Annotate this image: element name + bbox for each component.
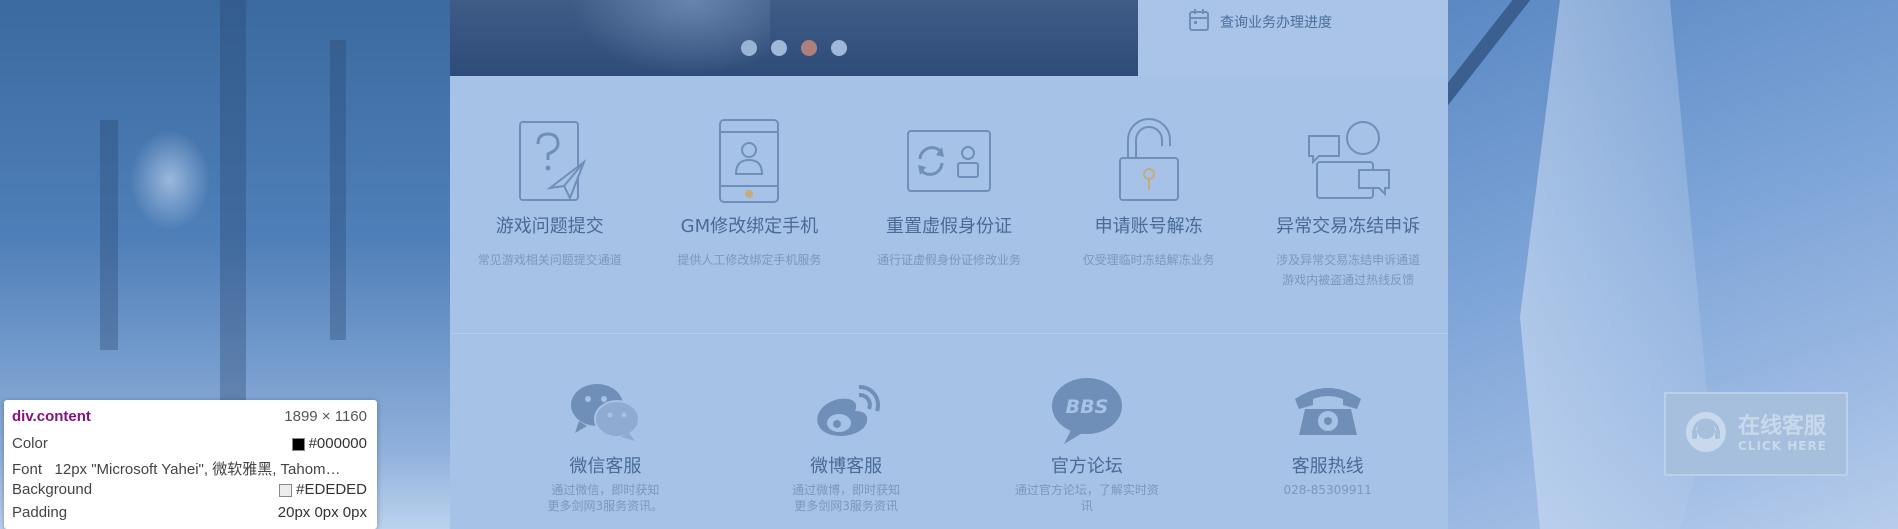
tooltip-row-background: Background #EDEDED: [12, 481, 367, 498]
online-service-label: 在线客服: [1738, 414, 1827, 439]
section-divider: [450, 333, 1448, 334]
service-gm-phone[interactable]: GM修改绑定手机 提供人工修改绑定手机服务: [650, 116, 850, 336]
contact-wechat[interactable]: 微信客服 通过微信，即时获知 更多剑网3服务资讯。: [485, 376, 726, 526]
service-desc: 提供人工修改绑定手机服务: [677, 253, 822, 267]
contact-title: 官方论坛: [1050, 456, 1123, 477]
tooltip-key: Color: [12, 435, 48, 452]
online-service-button[interactable]: 在线客服 CLICK HERE: [1664, 392, 1848, 476]
contact-weibo[interactable]: 微博客服 通过微博，即时获知 更多剑网3服务资讯: [726, 376, 967, 526]
contact-desc: 通过微信，即时获知 更多剑网3服务资讯。: [547, 483, 664, 513]
contact-title: 客服热线: [1291, 456, 1364, 477]
color-swatch: [279, 483, 293, 497]
tooltip-header: div.content 1899 × 1160: [12, 408, 367, 425]
tooltip-value: #000000: [308, 435, 367, 452]
question-paper-plane-icon: [505, 116, 595, 206]
contact-title: 微博客服: [810, 456, 883, 477]
service-reset-id[interactable]: 重置虚假身份证 通行证虚假身份证修改业务: [849, 116, 1049, 336]
tooltip-value: 20px 0px 0px: [277, 504, 367, 521]
tooltip-key: Background: [12, 481, 93, 498]
tooltip-size: 1899 × 1160: [284, 408, 367, 425]
tooltip-selector: div.content: [12, 408, 91, 425]
phone-user-icon: [704, 116, 794, 206]
id-card-refresh-icon: [904, 116, 994, 206]
tree-silhouette: [100, 120, 118, 350]
svg-text:BBS: BBS: [1066, 396, 1109, 418]
tooltip-value: 12px "Microsoft Yahei", 微软雅黑, Tahom…: [54, 461, 341, 478]
progress-panel: 查询业务办理进度: [1138, 0, 1448, 76]
service-title: 游戏问题提交: [495, 216, 604, 237]
carousel-dot[interactable]: [831, 40, 847, 56]
tooltip-key: Padding: [12, 504, 68, 521]
service-desc: 仅受理临时冻结解冻业务: [1082, 253, 1215, 267]
service-game-issue[interactable]: 游戏问题提交 常见游戏相关问题提交通道: [450, 116, 650, 336]
tooltip-value-wrap: #000000: [291, 435, 367, 452]
headset-icon: [1684, 410, 1728, 458]
tree-silhouette: [330, 40, 346, 340]
content-area: 游戏问题提交 常见游戏相关问题提交通道 GM修改绑定手机 提供人工修改绑定手机服…: [450, 76, 1448, 529]
service-title: 重置虚假身份证: [885, 216, 1012, 237]
unlock-icon: [1104, 116, 1194, 206]
contact-row: 微信客服 通过微信，即时获知 更多剑网3服务资讯。 微博客服 通过微博，即时获知…: [450, 376, 1448, 526]
tooltip-key: Font 12px "Microsoft Yahei", 微软雅黑, Tahom…: [12, 458, 341, 479]
chat-bubbles-icon: [1303, 116, 1393, 206]
service-desc: 常见游戏相关问题提交通道: [477, 253, 622, 267]
contact-desc: 通过官方论坛，了解实时资讯: [1014, 483, 1159, 513]
online-service-sub-label: CLICK HERE: [1738, 439, 1827, 453]
contact-title: 微信客服: [569, 456, 642, 477]
weibo-icon: [806, 376, 886, 446]
carousel-dots: [450, 40, 1138, 56]
service-title: GM修改绑定手机: [680, 216, 819, 237]
tooltip-row-font: Font 12px "Microsoft Yahei", 微软雅黑, Tahom…: [12, 458, 367, 479]
telephone-icon: [1288, 376, 1368, 446]
contact-hotline[interactable]: 客服热线 028-85309911: [1207, 376, 1448, 526]
service-desc: 通行证虚假身份证修改业务: [876, 253, 1021, 267]
contact-desc: 028-85309911: [1283, 483, 1372, 497]
tooltip-key-text: Font: [12, 461, 43, 478]
wechat-icon: [565, 376, 645, 446]
service-title: 申请账号解冻: [1094, 216, 1203, 237]
progress-query-link[interactable]: 查询业务办理进度: [1188, 8, 1332, 36]
carousel-dot[interactable]: [771, 40, 787, 56]
service-title: 异常交易冻结申诉: [1276, 216, 1421, 237]
color-swatch: [291, 437, 305, 451]
carousel-dot[interactable]: [741, 40, 757, 56]
contact-forum[interactable]: BBS 官方论坛 通过官方论坛，了解实时资讯: [967, 376, 1208, 526]
online-service-text: 在线客服 CLICK HERE: [1738, 414, 1827, 454]
service-trade-appeal[interactable]: 异常交易冻结申诉 涉及异常交易冻结申诉通道 游戏内被盗通过热线反馈: [1248, 116, 1448, 336]
service-row: 游戏问题提交 常见游戏相关问题提交通道 GM修改绑定手机 提供人工修改绑定手机服…: [450, 116, 1448, 336]
calendar-icon: [1188, 8, 1210, 36]
banner-carousel: [450, 0, 1138, 76]
bbs-icon: BBS: [1047, 376, 1127, 446]
service-desc: 涉及异常交易冻结申诉通道 游戏内被盗通过热线反馈: [1276, 253, 1421, 287]
tooltip-value: #EDEDED: [296, 481, 367, 498]
inspector-tooltip: div.content 1899 × 1160 Color #000000 Fo…: [4, 400, 377, 529]
tooltip-row-padding: Padding 20px 0px 0px: [12, 504, 367, 521]
carousel-dot[interactable]: [801, 40, 817, 56]
tooltip-row-color: Color #000000: [12, 435, 367, 452]
tooltip-value-wrap: #EDEDED: [279, 481, 367, 498]
contact-desc: 通过微博，即时获知 更多剑网3服务资讯: [792, 483, 901, 513]
progress-query-label: 查询业务办理进度: [1220, 15, 1332, 31]
tree-silhouette: [220, 0, 246, 400]
service-unfreeze[interactable]: 申请账号解冻 仅受理临时冻结解冻业务: [1049, 116, 1249, 336]
